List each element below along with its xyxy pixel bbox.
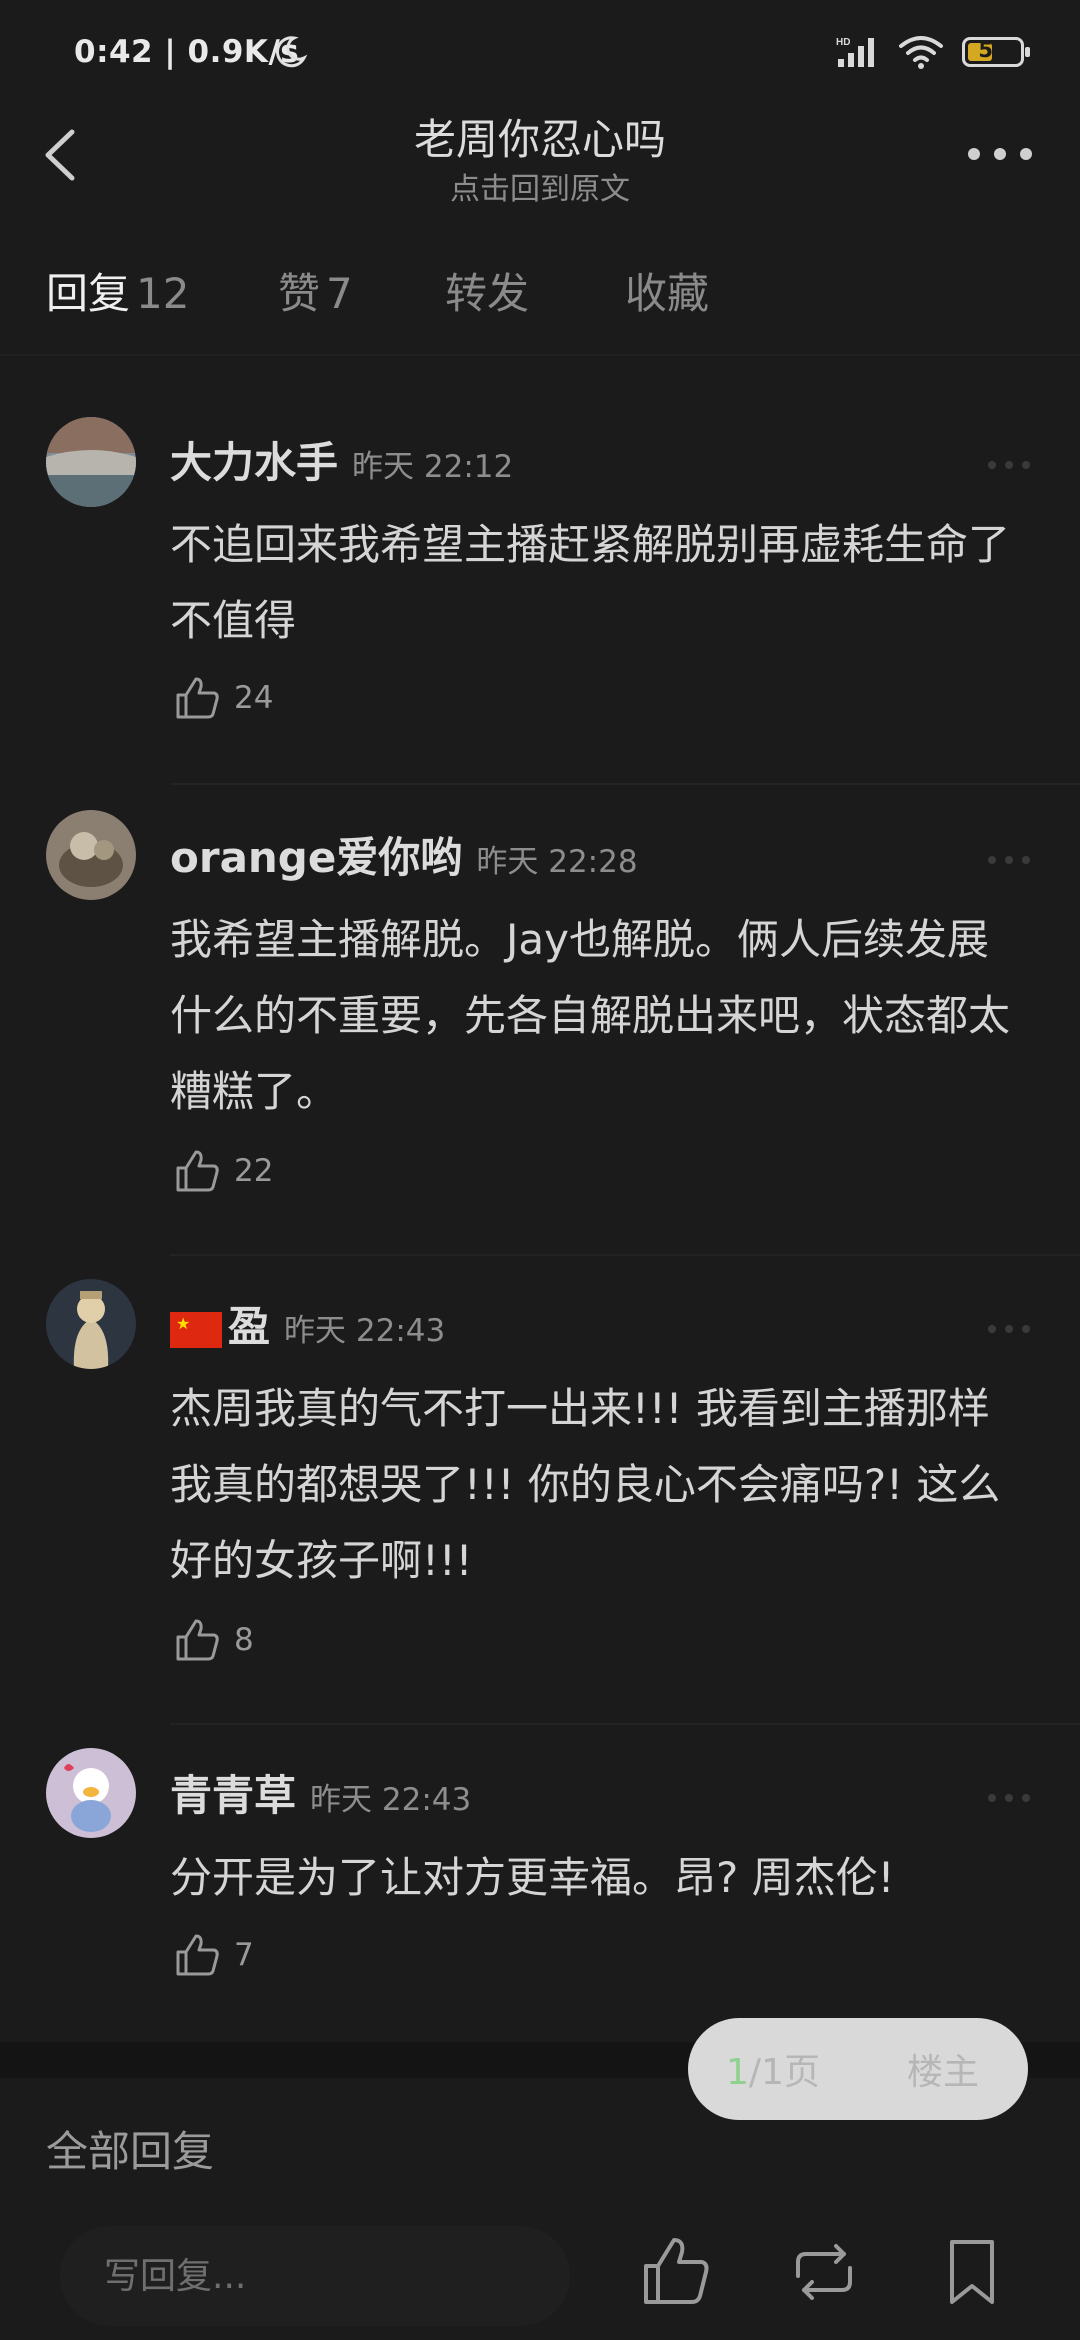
tab-likes[interactable]: 赞7 [278,260,353,321]
like-count: 22 [234,1153,274,1189]
comment-time: 昨天 22:28 [476,844,638,880]
like-count: 8 [234,1622,254,1658]
comment-time: 昨天 22:12 [352,449,514,485]
comment-divider [170,1723,1080,1725]
all-replies-heading: 全部回复 [46,2127,215,2176]
hd-label: HD [836,37,850,48]
comment-more-icon[interactable] [984,1788,1034,1808]
author-name[interactable]: 青青草 [170,1771,296,1820]
battery-icon: 51 [962,37,1030,67]
like-button[interactable]: 22 [174,1148,273,1194]
comment-text: 杰周我真的气不打一出来!!! 我看到主播那样我真的都想哭了!!! 你的良心不会痛… [170,1384,1001,1585]
avatar[interactable] [46,1279,136,1369]
comment-author[interactable]: 青青草 昨天 22:43 [170,1762,471,1823]
reply-input[interactable] [60,2226,570,2326]
more-options-icon[interactable] [960,134,1040,174]
page-navigator: 1/1页 楼主 [688,2018,1028,2120]
avatar[interactable] [46,810,136,900]
status-time-speed: 0:42 | 0.9K/s [74,34,300,70]
author-name[interactable]: orange爱你哟 [170,833,462,882]
comment-time: 昨天 22:43 [310,1782,472,1818]
tab-likes-count: 7 [326,269,353,318]
wifi-icon [899,36,943,69]
comment-text: 我希望主播解脱。Jay也解脱。俩人后续发展什么的不重要，先各自解脱出来吧，状态都… [170,915,1011,1116]
page-title[interactable]: 老周你忍心吗 [0,106,1080,167]
like-count: 7 [234,1937,254,1973]
like-button[interactable]: 24 [174,675,273,721]
moon-icon [275,36,308,68]
status-bar: 0:42 | 0.9K/s HD 51 [0,0,1080,100]
thumbs-up-icon [176,677,219,719]
avatar[interactable] [46,1748,136,1838]
author-name[interactable]: 盈 [228,1302,270,1351]
comment-text: 分开是为了让对方更幸福。昂? 周杰伦! [170,1853,895,1902]
current-page: 1 [726,2052,749,2093]
total-pages: /1页 [748,2052,820,2093]
like-button[interactable]: 8 [174,1617,254,1663]
comment-divider [170,783,1080,785]
thumbs-up-icon [176,1150,219,1192]
tab-replies-label: 回复 [46,269,131,318]
tab-reposts[interactable]: 转发 [445,260,529,321]
page: 0:42 | 0.9K/s HD 51 老周你忍心吗 点击回到原文 回复 12 … [0,0,1080,2340]
comment-author[interactable]: orange爱你哟 昨天 22:28 [170,824,638,885]
bookmark-icon[interactable] [932,2232,1012,2312]
tab-favorites[interactable]: 收藏 [625,260,709,321]
tab-bar: 回复 12 赞7 转发 收藏 [0,230,1080,350]
tabs-divider [0,354,1080,356]
like-post-icon[interactable] [636,2232,716,2312]
comment-text: 不追回来我希望主播赶紧解脱别再虚耗生命了 不值得 [170,520,1011,645]
comment-more-icon[interactable] [984,1319,1034,1339]
comment-more-icon[interactable] [984,455,1034,475]
bottom-bar [0,2210,1080,2340]
comment-author[interactable]: ★ 盈昨天 22:43 [170,1293,445,1354]
back-to-original-link[interactable]: 点击回到原文 [0,164,1080,208]
like-button[interactable]: 7 [174,1932,254,1978]
china-flag-icon: ★ [170,1311,222,1348]
tab-replies-count: 12 [136,269,190,318]
author-name[interactable]: 大力水手 [170,438,338,487]
repost-icon[interactable] [784,2232,864,2312]
thumbs-up-icon [176,1934,219,1976]
comment-time: 昨天 22:43 [284,1313,446,1349]
comment-divider [170,1254,1080,1256]
owner-only-button[interactable]: 楼主 [858,2043,1028,2095]
tab-replies[interactable]: 回复 12 [46,260,189,321]
header: 老周你忍心吗 点击回到原文 [0,100,1080,230]
battery-level: 51 [978,38,1008,62]
avatar[interactable] [46,417,136,507]
tab-favorites-label: 收藏 [625,269,710,318]
status-icons: HD 51 [836,30,1030,74]
comment-author[interactable]: 大力水手 昨天 22:12 [170,429,513,490]
page-indicator-button[interactable]: 1/1页 [688,2043,858,2095]
signal-icon: HD [836,37,874,67]
tab-reposts-label: 转发 [445,269,530,318]
comment-more-icon[interactable] [984,850,1034,870]
thumbs-up-icon [176,1619,219,1661]
like-count: 24 [234,680,274,716]
tab-likes-label: 赞 [278,269,321,318]
